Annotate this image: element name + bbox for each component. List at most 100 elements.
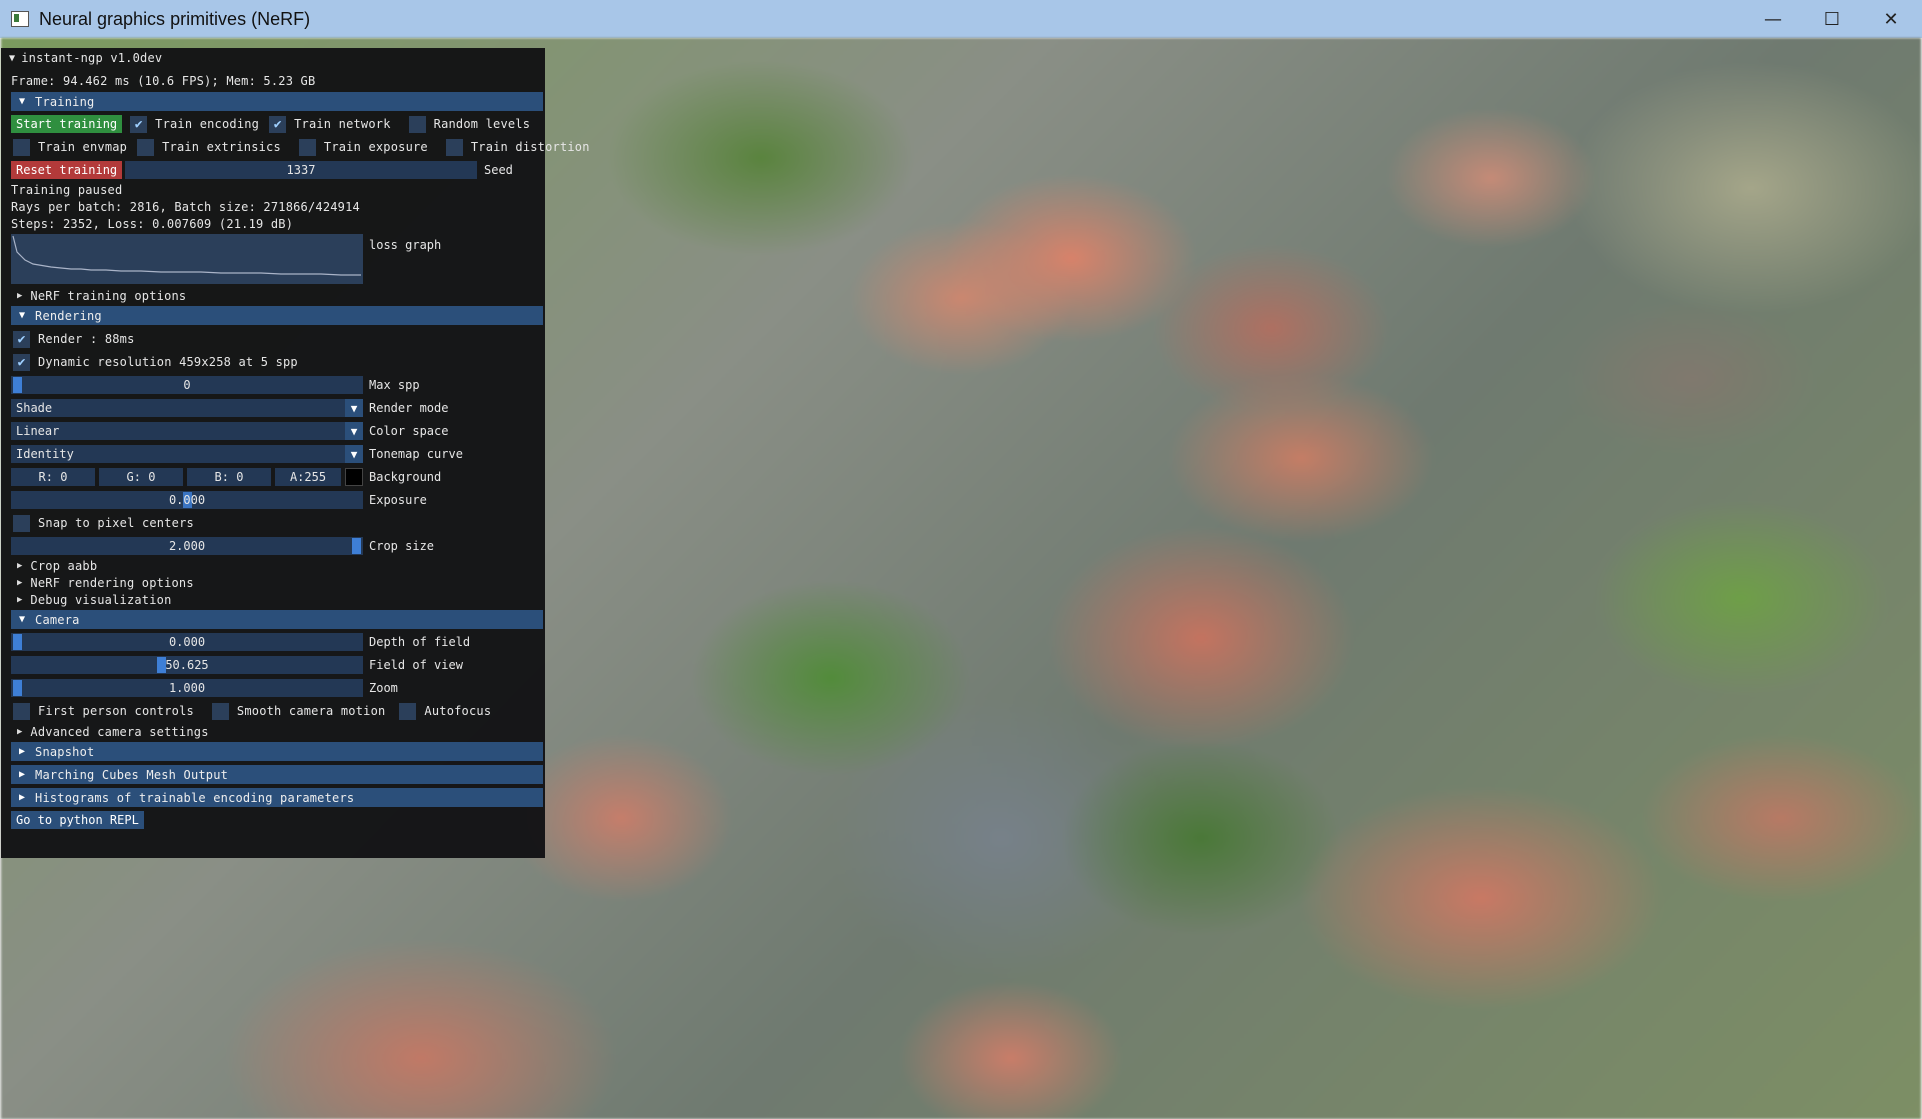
random-levels-label: Random levels [433,117,531,131]
check-icon: ✔ [17,331,26,347]
snap-to-pixel-checkbox[interactable] [13,514,30,532]
color-space-value: Linear [16,424,60,438]
nerf-training-options-label: NeRF training options [30,289,187,303]
advanced-camera-tree[interactable]: ▶ Advanced camera settings [17,724,209,740]
crop-size-value: 2.000 [168,539,206,553]
slider-grab[interactable] [13,634,22,650]
training-status: Training paused [11,183,123,197]
background-b-input[interactable]: B: 0 [187,468,271,486]
train-distortion-checkbox[interactable] [445,138,463,156]
close-button[interactable]: ✕ [1862,0,1920,38]
triangle-right-icon: ▶ [17,291,23,301]
snap-to-pixel-label: Snap to pixel centers [38,516,194,530]
depth-of-field-slider[interactable]: 0.000 [11,633,363,651]
train-exposure-checkbox[interactable] [298,138,316,156]
rays-info: Rays per batch: 2816, Batch size: 271866… [11,200,360,214]
random-levels-checkbox[interactable] [408,115,426,133]
background-a-input[interactable]: A:255 [275,468,341,486]
field-of-view-slider[interactable]: 50.625 [11,656,363,674]
dynamic-resolution-checkbox[interactable]: ✔ [13,353,30,371]
maximize-button[interactable]: ☐ [1803,0,1861,38]
max-spp-slider[interactable]: 0 [11,376,363,394]
max-spp-label: Max spp [369,378,420,392]
triangle-right-icon: ▶ [19,792,26,803]
tonemap-dropdown[interactable]: Identity ▼ [11,445,363,463]
app-window-icon [11,11,29,27]
nerf-training-options-tree[interactable]: ▶ NeRF training options [17,288,186,304]
color-space-label: Color space [369,424,449,438]
train-extrinsics-checkbox[interactable] [137,138,155,156]
advanced-camera-label: Advanced camera settings [30,725,209,739]
triangle-right-icon: ▶ [19,769,26,780]
triangle-right-icon: ▶ [17,561,23,571]
check-icon: ✔ [273,116,282,132]
rendering-header-label: Rendering [35,308,102,323]
crop-aabb-label: Crop aabb [30,559,98,573]
panel-title: instant-ngp v1.0dev [21,51,163,65]
minimize-button[interactable]: — [1744,0,1802,38]
smooth-camera-checkbox[interactable] [211,702,229,720]
rendering-header[interactable]: ▼ Rendering [11,306,543,325]
debug-visualization-label: Debug visualization [30,593,172,607]
seed-label: Seed [484,163,513,177]
triangle-right-icon: ▶ [17,595,23,605]
window-titlebar[interactable]: Neural graphics primitives (NeRF) [0,0,1922,38]
camera-options-row: First person controls Smooth camera moti… [13,701,491,721]
frame-info: Frame: 94.462 ms (10.6 FPS); Mem: 5.23 G… [11,74,316,88]
histograms-header-label: Histograms of trainable encoding paramet… [35,790,355,805]
camera-header[interactable]: ▼ Camera [11,610,543,629]
train-encoding-checkbox[interactable]: ✔ [130,115,148,133]
train-envmap-label: Train envmap [38,140,128,154]
fov-label: Field of view [369,658,463,672]
dof-label: Depth of field [369,635,471,649]
render-mode-label: Render mode [369,401,449,415]
max-spp-value: 0 [183,378,191,392]
zoom-slider[interactable]: 1.000 [11,679,363,697]
triangle-down-icon: ▼ [19,614,26,625]
histograms-header[interactable]: ▶ Histograms of trainable encoding param… [11,788,543,807]
background-label: Background [369,470,442,484]
debug-visualization-tree[interactable]: ▶ Debug visualization [17,592,172,608]
steps-info: Steps: 2352, Loss: 0.007609 (21.19 dB) [11,217,294,231]
snapshot-header[interactable]: ▶ Snapshot [11,742,543,761]
instant-ngp-panel: ▼ instant-ngp v1.0dev Frame: 94.462 ms (… [1,48,589,858]
render-mode-dropdown[interactable]: Shade ▼ [11,399,363,417]
start-training-button[interactable]: Start training [11,115,123,133]
crop-size-slider[interactable]: 2.000 [11,537,363,555]
dynamic-resolution-label: Dynamic resolution 459x258 at 5 spp [38,355,298,369]
crop-aabb-tree[interactable]: ▶ Crop aabb [17,558,97,574]
train-network-label: Train network [294,117,391,131]
train-exposure-label: Train exposure [323,140,428,154]
train-envmap-checkbox[interactable] [13,138,30,156]
training-row-2: Train envmap Train extrinsics Train expo… [13,137,590,157]
color-space-dropdown[interactable]: Linear ▼ [11,422,363,440]
background-g-input[interactable]: G: 0 [99,468,183,486]
slider-grab[interactable] [352,538,361,554]
train-distortion-label: Train distortion [470,140,590,154]
seed-input[interactable]: 1337 [125,161,477,179]
first-person-checkbox[interactable] [13,702,30,720]
crop-size-label: Crop size [369,539,435,553]
triangle-right-icon: ▶ [17,727,23,737]
background-r-input[interactable]: R: 0 [11,468,95,486]
autofocus-checkbox[interactable] [399,702,417,720]
triangle-right-icon: ▶ [19,746,26,757]
panel-title-row[interactable]: ▼ instant-ngp v1.0dev [9,48,162,68]
background-color-swatch[interactable] [345,468,363,486]
exposure-slider[interactable]: 0.000 [11,491,363,509]
nerf-rendering-options-tree[interactable]: ▶ NeRF rendering options [17,575,194,591]
dropdown-arrow-icon: ▼ [345,422,363,440]
render-checkbox[interactable]: ✔ [13,330,30,348]
python-repl-button[interactable]: Go to python REPL [11,811,144,829]
marching-cubes-header[interactable]: ▶ Marching Cubes Mesh Output [11,765,543,784]
reset-training-button[interactable]: Reset training [11,161,123,179]
triangle-down-icon: ▼ [19,310,26,321]
dropdown-arrow-icon: ▼ [345,399,363,417]
zoom-label: Zoom [369,681,398,695]
render-label: Render : 88ms [38,332,135,346]
train-network-checkbox[interactable]: ✔ [269,115,287,133]
slider-grab[interactable] [13,680,22,696]
slider-grab[interactable] [13,377,22,393]
steps-info-row: Steps: 2352, Loss: 0.007609 (21.19 dB) [11,214,293,234]
training-header[interactable]: ▼ Training [11,92,543,111]
